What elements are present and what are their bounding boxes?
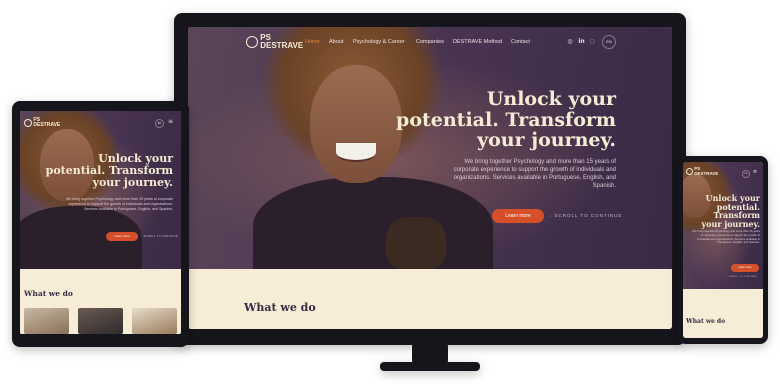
phone-logo-icon xyxy=(686,168,693,175)
phone-frame: PS DESTRAVE EN ≡ Unlock your potential. … xyxy=(678,156,768,344)
tablet-hero-paragraph: We bring together Psychology and more th… xyxy=(65,197,173,211)
desktop-hero-photo-face xyxy=(310,65,402,183)
desktop-hero-heading-line2: potential. Transform xyxy=(396,108,616,131)
desktop-hero-heading-line3: your journey. xyxy=(477,129,616,152)
tablet-learn-more-button[interactable]: Learn more xyxy=(106,232,138,241)
desktop-learn-more-button[interactable]: Learn more xyxy=(492,209,544,223)
tablet-hero-heading-line2: potential. Transform xyxy=(45,163,173,177)
desktop-scroll-indicator[interactable]: ↓ SCROLL TO CONTINUE xyxy=(549,213,622,218)
tablet-service-thumbnail-3[interactable] xyxy=(132,308,177,334)
desktop-logo[interactable]: PS DESTRAVE xyxy=(246,34,303,50)
desktop-hero: PS DESTRAVE Home About Psychology & Care… xyxy=(188,27,672,269)
desktop-hero-heading-line1: Unlock your xyxy=(486,88,616,110)
desktop-hero-heading: Unlock your potential. Transform your jo… xyxy=(396,89,616,151)
nav-destrave-method[interactable]: DESTRAVE Method xyxy=(453,39,502,45)
phone-screen: PS DESTRAVE EN ≡ Unlock your potential. … xyxy=(683,162,763,338)
tablet-screen: PS DESTRAVE EN ≡ Unlock your potential. … xyxy=(20,111,181,334)
tablet-service-thumbnail-1[interactable] xyxy=(24,308,69,334)
desktop-logo-line2: DESTRAVE xyxy=(260,41,304,50)
tablet-logo-icon xyxy=(24,119,32,127)
nav-companies[interactable]: Companies xyxy=(416,39,444,45)
tablet-scroll-indicator[interactable]: ↓ SCROLL TO CONTINUE xyxy=(141,235,178,238)
desktop-screen: PS DESTRAVE Home About Psychology & Care… xyxy=(188,27,672,329)
desktop-hero-photo-body xyxy=(253,177,493,269)
phone-scroll-indicator[interactable]: ↓ SCROLL TO CONTINUE xyxy=(727,276,757,278)
nav-psychology-career[interactable]: Psychology & Career xyxy=(353,39,405,45)
phone-hero-heading-line2: potential. Transform xyxy=(713,201,760,221)
phone-language-selector[interactable]: EN xyxy=(742,170,750,178)
linkedin-icon[interactable]: in xyxy=(577,38,586,45)
phone-learn-more-button[interactable]: Learn more xyxy=(731,264,759,272)
tablet-hamburger-menu-icon[interactable]: ≡ xyxy=(166,118,175,125)
tablet-language-selector[interactable]: EN xyxy=(155,119,164,128)
phone-what-we-do-section: What we do xyxy=(683,289,763,338)
tablet-logo[interactable]: PS DESTRAVE xyxy=(24,118,60,128)
monitor-stand-base xyxy=(380,362,480,371)
nav-contact[interactable]: Contact xyxy=(511,39,530,45)
phone-logo-line2: DESTRAVE xyxy=(694,170,719,176)
desktop-logo-icon xyxy=(246,36,258,48)
phone-hero-heading: Unlock your potential. Transform your jo… xyxy=(686,194,760,229)
tablet-what-we-do-section: What we do xyxy=(20,269,181,334)
nav-home[interactable]: Home xyxy=(305,39,320,45)
phone-what-we-do-title: What we do xyxy=(686,318,726,325)
nav-about[interactable]: About xyxy=(329,39,343,45)
tablet-hero-heading-line3: your journey. xyxy=(92,175,173,189)
desktop-monitor-frame: PS DESTRAVE Home About Psychology & Care… xyxy=(174,13,686,345)
desktop-hero-photo-smile xyxy=(336,143,376,162)
phone-hero: PS DESTRAVE EN ≡ Unlock your potential. … xyxy=(683,162,763,289)
desktop-hero-photo-mug xyxy=(386,217,446,269)
desktop-what-we-do-title: What we do xyxy=(244,301,316,314)
phone-hero-heading-line3: your journey. xyxy=(701,218,760,229)
phone-hamburger-menu-icon[interactable]: ≡ xyxy=(751,169,759,175)
tablet-hero: PS DESTRAVE EN ≡ Unlock your potential. … xyxy=(20,111,181,269)
whatsapp-icon[interactable]: ◌ xyxy=(588,38,596,45)
desktop-what-we-do-section: What we do xyxy=(188,269,672,329)
phone-logo[interactable]: PS DESTRAVE xyxy=(686,166,719,176)
tablet-logo-line2: DESTRAVE xyxy=(33,122,61,128)
instagram-icon[interactable]: ◎ xyxy=(566,38,574,45)
language-selector[interactable]: EN xyxy=(602,35,616,49)
tablet-hero-heading: Unlock your potential. Transform your jo… xyxy=(46,153,173,189)
tablet-frame: PS DESTRAVE EN ≡ Unlock your potential. … xyxy=(12,101,189,347)
monitor-stand-neck xyxy=(412,345,448,362)
tablet-service-thumbnail-2[interactable] xyxy=(78,308,123,334)
tablet-what-we-do-title: What we do xyxy=(24,289,73,298)
phone-hero-paragraph: We bring together Psychology and more th… xyxy=(692,229,760,245)
desktop-hero-paragraph: We bring together Psychology and more th… xyxy=(453,159,616,190)
